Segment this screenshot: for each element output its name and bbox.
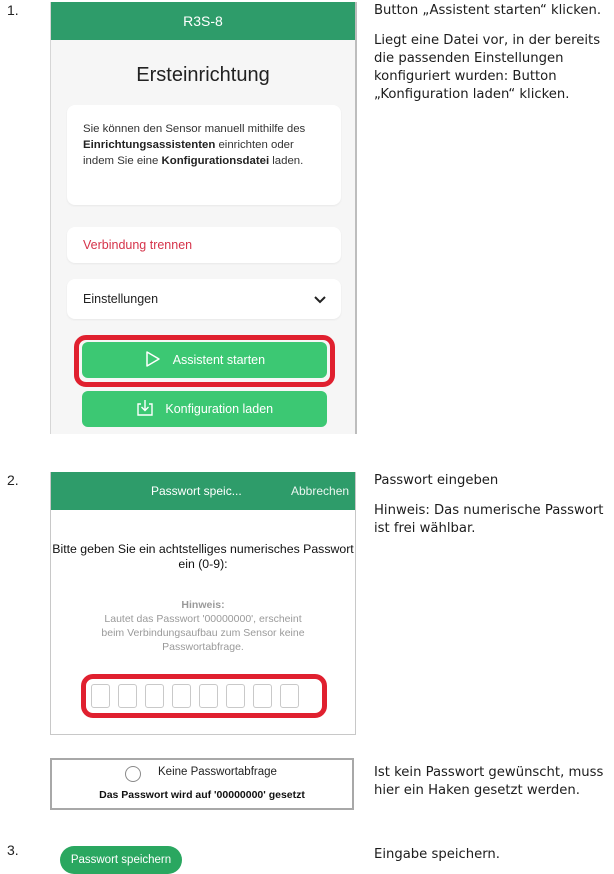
step-1-note-line-2: Liegt eine Datei vor, in der bereits die…	[374, 33, 601, 102]
pin-digit-box[interactable]	[253, 684, 272, 708]
no-password-label: Keine Passwortabfrage	[158, 766, 277, 778]
download-icon	[136, 400, 165, 416]
step-number-1: 1.	[7, 2, 19, 18]
hint-title: Hinweis:	[181, 599, 225, 611]
intro-text-configfile: Konfigurationsdatei	[161, 155, 270, 167]
step-1-note: Button „Assistent starten“ klicken. Lieg…	[374, 2, 610, 116]
intro-card: Sie können den Sensor manuell mithilfe d…	[67, 105, 341, 205]
step-2-note: Passwort eingeben Hinweis: Das numerisch…	[374, 472, 610, 550]
no-password-panel: Keine Passwortabfrage Das Passwort wird …	[50, 758, 354, 810]
pin-digit-box[interactable]	[226, 684, 245, 708]
setup-screen: R3S-8 Ersteinrichtung Sie können den Sen…	[50, 2, 357, 434]
pin-digit-box[interactable]	[118, 684, 137, 708]
checkbox-note: Ist kein Passwort gewünscht, muss hier e…	[374, 765, 604, 798]
disconnect-button[interactable]: Verbindung trennen	[67, 227, 341, 263]
password-screen: Passwort speic... Abbrechen Bitte geben …	[50, 472, 356, 735]
pin-digit-box[interactable]	[199, 684, 218, 708]
pin-digit-box[interactable]	[280, 684, 299, 708]
chevron-down-icon	[313, 279, 327, 319]
step-number-3: 3.	[7, 842, 19, 858]
no-password-checkbox[interactable]	[125, 766, 141, 782]
step-2-note-line-2: Hinweis: Das numerische Passwort ist fre…	[374, 503, 604, 536]
intro-text-3: laden.	[269, 155, 304, 167]
settings-dropdown[interactable]: Einstellungen	[67, 279, 341, 319]
intro-text-1: Sie können den Sensor manuell mithilfe d…	[83, 123, 306, 135]
save-password-button[interactable]: Passwort speichern	[60, 846, 182, 874]
step-3-note: Eingabe speichern.	[374, 847, 500, 862]
pin-digit-box[interactable]	[172, 684, 191, 708]
password-title-bar: Passwort speic... Abbrechen	[51, 472, 355, 510]
start-assistant-button[interactable]: Assistent starten	[82, 342, 327, 378]
hint-text: Lautet das Passwort '00000000', erschein…	[101, 613, 305, 653]
play-icon	[144, 351, 173, 367]
load-config-label: Konfiguration laden	[165, 402, 274, 416]
no-password-subtext: Das Passwort wird auf '00000000' gesetzt	[99, 789, 305, 801]
disconnect-label: Verbindung trennen	[83, 238, 193, 252]
screen-title-bar: R3S-8	[51, 2, 355, 40]
password-hint: Hinweis: Lautet das Passwort '00000000',…	[51, 598, 355, 654]
intro-text-wizard: Einrichtungsassistenten	[83, 139, 216, 151]
pin-digit-box[interactable]	[145, 684, 164, 708]
step-2-note-line-1: Passwort eingeben	[374, 473, 499, 488]
step-number-2: 2.	[7, 472, 19, 488]
pin-digit-box[interactable]	[91, 684, 110, 708]
cancel-button[interactable]: Abbrechen	[291, 472, 349, 510]
password-prompt: Bitte geben Sie ein achtstelliges numeri…	[52, 542, 354, 571]
step-1-note-line-1: Button „Assistent starten“ klicken.	[374, 3, 602, 18]
settings-label: Einstellungen	[83, 292, 159, 306]
page-heading: Ersteinrichtung	[136, 64, 270, 86]
screen-title: R3S-8	[183, 13, 223, 29]
start-assistant-label: Assistent starten	[172, 353, 266, 367]
password-screen-title: Passwort speic...	[151, 484, 242, 498]
load-config-button[interactable]: Konfiguration laden	[82, 391, 327, 427]
